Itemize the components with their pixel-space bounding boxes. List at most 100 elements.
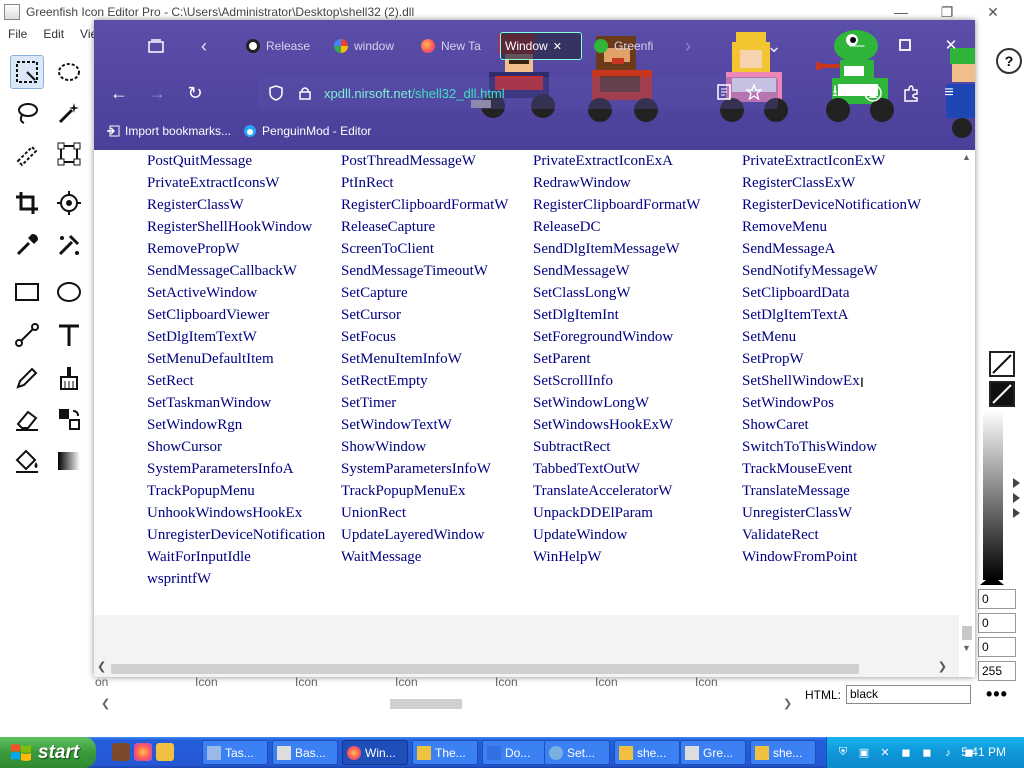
function-link[interactable]: SendMessageW [533, 263, 742, 280]
eyedropper-tool-icon[interactable] [10, 228, 44, 262]
scroll-left-icon[interactable]: ❮ [101, 697, 110, 710]
green-value-field[interactable]: 0 [978, 613, 1016, 633]
function-link[interactable]: ReleaseCapture [341, 219, 533, 236]
function-link[interactable]: SetWindowLongW [533, 395, 742, 412]
function-link[interactable]: SetWindowRgn [147, 417, 341, 434]
scrollbar-thumb[interactable] [111, 664, 859, 674]
function-link[interactable]: SetClassLongW [533, 285, 742, 302]
icon-label[interactable]: Icon [595, 675, 695, 689]
scrollbar-thumb[interactable] [962, 626, 972, 640]
tab-release[interactable]: Release [246, 32, 322, 60]
rect-select-tool-icon[interactable] [10, 55, 44, 89]
bookmark-import[interactable]: Import bookmarks... [106, 124, 231, 138]
function-link[interactable]: PostThreadMessageW [341, 153, 533, 170]
taskbar-task-greenfish[interactable]: Gre... [680, 740, 746, 765]
taskbar-task[interactable]: The... [412, 740, 478, 765]
function-link[interactable]: SetPropW [742, 351, 942, 368]
menu-edit[interactable]: Edit [35, 27, 72, 41]
rectangle-tool-icon[interactable] [10, 275, 44, 309]
tab-window-active[interactable]: Window ✕ [500, 32, 582, 60]
html-color-input[interactable]: black [846, 685, 971, 704]
scroll-right-icon[interactable]: ❯ [938, 660, 947, 673]
close-icon[interactable]: ✕ [970, 0, 1016, 24]
maximize-icon[interactable] [894, 34, 916, 56]
function-link[interactable]: TrackPopupMenuEx [341, 483, 533, 500]
function-link[interactable]: SetShellWindowEx [742, 373, 942, 390]
function-link[interactable]: SetFocus [341, 329, 533, 346]
tray-app-icon[interactable]: ◼ [898, 745, 914, 761]
account-icon[interactable] [862, 82, 884, 104]
function-link[interactable]: TranslateAcceleratorW [533, 483, 742, 500]
menu-file[interactable]: File [0, 27, 35, 41]
freeform-select-tool-icon[interactable] [10, 137, 44, 171]
tab-overview-icon[interactable] [144, 34, 168, 58]
function-link[interactable]: SetClipboardData [742, 285, 942, 302]
function-link[interactable]: RegisterClipboardFormatW [533, 197, 742, 214]
function-link[interactable]: RedrawWindow [533, 175, 742, 192]
function-link[interactable]: SystemParametersInfoW [341, 461, 533, 478]
function-link[interactable]: TrackMouseEvent [742, 461, 942, 478]
function-link[interactable]: SendMessageA [742, 241, 942, 258]
network-icon[interactable]: ▣ [856, 745, 872, 761]
function-link[interactable]: RegisterDeviceNotificationW [742, 197, 942, 214]
function-link[interactable]: SetDlgItemInt [533, 307, 742, 324]
function-link[interactable]: SetDlgItemTextA [742, 307, 942, 324]
function-link[interactable]: SetMenu [742, 329, 942, 346]
function-link[interactable]: SetActiveWindow [147, 285, 341, 302]
minimize-icon[interactable]: — [846, 34, 868, 56]
icon-list-scrollbar[interactable]: ❮ ❯ [95, 697, 795, 711]
back-icon[interactable]: ← [106, 80, 132, 106]
forward-icon[interactable]: → [144, 80, 170, 106]
more-options-icon[interactable]: ••• [986, 684, 1008, 705]
taskbar-task[interactable]: Do... [482, 740, 548, 765]
function-link[interactable]: UpdateWindow [533, 527, 742, 544]
function-link[interactable]: ShowCaret [742, 417, 942, 434]
function-link[interactable]: ShowWindow [341, 439, 533, 456]
red-value-field[interactable]: 0 [978, 589, 1016, 609]
close-window-icon[interactable]: ✕ [940, 34, 962, 56]
lock-icon[interactable] [298, 86, 312, 100]
function-link[interactable]: TabbedTextOutW [533, 461, 742, 478]
lasso-tool-icon[interactable] [10, 96, 44, 130]
ellipse-select-tool-icon[interactable] [52, 55, 86, 89]
security-shield-icon[interactable]: ⛨ [835, 745, 851, 761]
speaker-icon[interactable]: ♪ [940, 745, 956, 761]
function-link[interactable]: wsprintfW [147, 571, 341, 588]
function-link[interactable]: SetRectEmpty [341, 373, 533, 390]
arrow-right-icon[interactable] [1013, 508, 1020, 518]
pencil-tool-icon[interactable] [10, 361, 44, 395]
downloads-icon[interactable]: ⭳ [824, 82, 846, 104]
tab-window-search[interactable]: window [334, 32, 404, 60]
extensions-icon[interactable] [900, 82, 922, 104]
function-link[interactable]: UpdateLayeredWindow [341, 527, 533, 544]
function-link[interactable]: RegisterClassW [147, 197, 341, 214]
function-link[interactable]: SetDlgItemTextW [147, 329, 341, 346]
icon-label[interactable]: Icon [295, 675, 395, 689]
function-link[interactable]: PtInRect [341, 175, 533, 192]
function-link[interactable]: ReleaseDC [533, 219, 742, 236]
function-link[interactable]: SetMenuDefaultItem [147, 351, 341, 368]
scroll-right-icon[interactable]: ❯ [783, 697, 792, 710]
url-bar[interactable]: xpdll.nirsoft.net/shell32_dll.html [258, 77, 778, 109]
tracking-protection-icon[interactable] [268, 85, 284, 101]
help-icon[interactable]: ? [996, 48, 1022, 74]
blue-value-field[interactable]: 0 [978, 637, 1016, 657]
taskbar-task[interactable]: Tas... [202, 740, 268, 765]
arrow-right-icon[interactable] [1013, 478, 1020, 488]
function-link[interactable]: ShowCursor [147, 439, 341, 456]
function-link[interactable]: PostQuitMessage [147, 153, 341, 170]
function-link[interactable]: RegisterShellHookWindow [147, 219, 341, 236]
function-link[interactable]: UnpackDDElParam [533, 505, 742, 522]
bookmark-star-icon[interactable] [746, 84, 762, 100]
function-link[interactable]: WinHelpW [533, 549, 742, 566]
scroll-tabs-right-icon[interactable]: › [676, 34, 700, 58]
close-tab-icon[interactable]: ✕ [553, 40, 562, 53]
function-link[interactable]: SendMessageCallbackW [147, 263, 341, 280]
reload-icon[interactable]: ↻ [182, 80, 208, 106]
ellipse-tool-icon[interactable] [52, 275, 86, 309]
function-link[interactable]: SetTimer [341, 395, 533, 412]
color-replace-tool-icon[interactable] [52, 228, 86, 262]
bookmark-penguinmod[interactable]: PenguinMod - Editor [243, 124, 371, 138]
hotspot-tool-icon[interactable] [52, 186, 86, 220]
foreground-color-swatch-icon[interactable] [989, 381, 1015, 407]
